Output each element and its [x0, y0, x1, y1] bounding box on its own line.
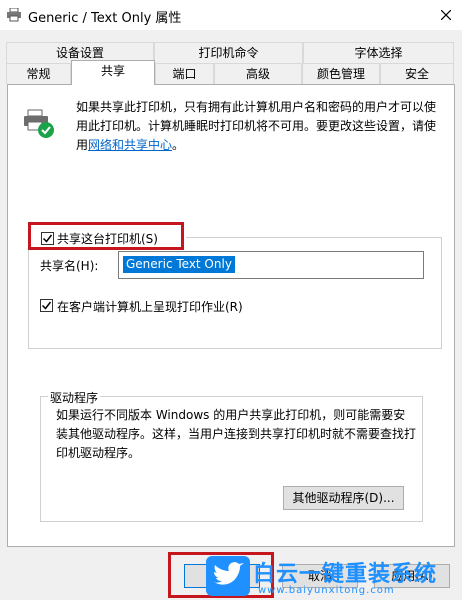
info-text-end: 。	[172, 138, 185, 152]
close-button[interactable]	[430, 0, 462, 30]
tab-printer-commands[interactable]: 打印机命令	[154, 42, 303, 63]
render-jobs-label: 在客户端计算机上呈现打印作业(R)	[57, 300, 243, 314]
tab-general[interactable]: 常规	[6, 63, 71, 84]
share-name-value: Generic Text Only	[123, 256, 235, 273]
drivers-group-title: 驱动程序	[48, 389, 101, 406]
drivers-description: 如果运行不同版本 Windows 的用户共享此打印机，则可能需要安装其他驱动程序…	[56, 408, 417, 460]
watermark-url: www.baiyunxitong.com	[258, 585, 395, 596]
render-jobs-checkbox[interactable]	[40, 299, 53, 312]
share-name-input[interactable]: Generic Text Only	[118, 251, 424, 279]
shared-printer-icon	[24, 109, 54, 138]
tab-sharing[interactable]: 共享	[71, 60, 155, 85]
tab-security[interactable]: 安全	[380, 63, 454, 84]
close-icon	[441, 10, 451, 20]
tab-advanced[interactable]: 高级	[214, 63, 302, 84]
window-title: Generic / Text Only 属性	[28, 11, 182, 26]
printer-icon	[7, 8, 21, 22]
bird-logo-icon	[206, 556, 250, 596]
highlight-share-checkbox	[28, 222, 184, 250]
title-bar: Generic / Text Only 属性	[0, 0, 462, 30]
network-sharing-center-link[interactable]: 网络和共享中心	[88, 138, 172, 152]
tab-ports[interactable]: 端口	[155, 63, 214, 84]
share-name-label: 共享名(H):	[40, 259, 99, 273]
watermark-title: 白云一键重装系统	[253, 562, 438, 587]
checkmark-icon	[41, 301, 52, 310]
additional-drivers-button[interactable]: 其他驱动程序(D)...	[283, 486, 404, 510]
sharing-info-text: 如果共享此打印机，只有拥有此计算机用户名和密码的用户才可以使用此打印机。计算机睡…	[76, 98, 446, 155]
tab-color-management[interactable]: 颜色管理	[302, 63, 380, 84]
tab-font-selection[interactable]: 字体选择	[303, 42, 454, 63]
